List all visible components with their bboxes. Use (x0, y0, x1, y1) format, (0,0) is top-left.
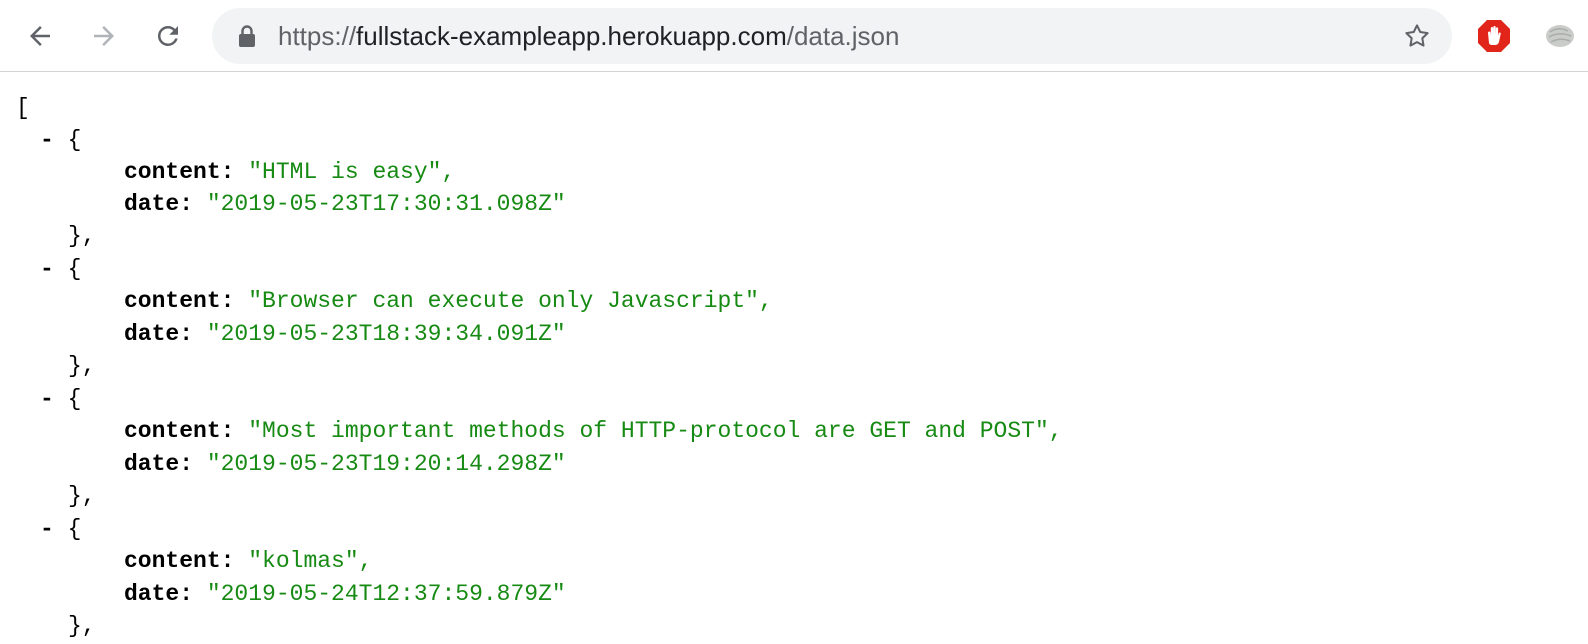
json-item: - { (40, 383, 81, 415)
json-string: "2019-05-23T17:30:31.098Z" (206, 191, 566, 217)
json-item: - { (40, 124, 81, 156)
date-line: date: "2019-05-23T18:39:34.091Z" (124, 318, 566, 350)
json-key: date: (124, 321, 194, 347)
json-string: "2019-05-24T12:37:59.879Z" (206, 581, 566, 607)
close-brace: }, (68, 483, 96, 509)
url-scheme: https:// (278, 21, 357, 51)
reload-icon (157, 25, 178, 46)
json-viewer: [ - { content: "HTML is easy", date: "20… (0, 72, 1588, 644)
lock-icon (239, 25, 255, 47)
address-bar[interactable]: https://fullstack-exampleapp.herokuapp.c… (212, 8, 1452, 64)
open-brace: { (67, 256, 82, 282)
extension-icon[interactable] (1544, 22, 1574, 50)
open-bracket: [ (16, 95, 30, 121)
json-string: "HTML is easy", (248, 159, 456, 185)
reload-button[interactable] (146, 14, 190, 58)
arrow-left-icon (30, 26, 50, 46)
url-path: /data.json (786, 21, 900, 51)
open-brace: { (67, 127, 82, 153)
date-line: date: "2019-05-23T17:30:31.098Z" (124, 188, 566, 220)
arrow-right-icon (94, 26, 114, 46)
forward-button[interactable] (82, 14, 126, 58)
close-brace: }, (68, 613, 96, 639)
json-string: "2019-05-23T18:39:34.091Z" (206, 321, 566, 347)
collapse-toggle[interactable]: - (40, 516, 54, 542)
content-line: content: "Browser can execute only Javas… (124, 285, 773, 317)
collapse-toggle[interactable]: - (40, 256, 54, 282)
url-text[interactable]: https://fullstack-exampleapp.herokuapp.c… (278, 8, 899, 64)
content-line: content: "Most important methods of HTTP… (124, 415, 1063, 447)
collapse-toggle[interactable]: - (40, 386, 54, 412)
close-brace: }, (68, 223, 96, 249)
json-string: "Most important methods of HTTP-protocol… (248, 418, 1063, 444)
open-brace: { (67, 516, 82, 542)
json-string: "2019-05-23T19:20:14.298Z" (206, 451, 566, 477)
json-key: content: (124, 548, 235, 574)
date-line: date: "2019-05-24T12:37:59.879Z" (124, 578, 566, 610)
adblock-hand-icon[interactable] (1477, 19, 1511, 53)
json-key: date: (124, 191, 194, 217)
close-brace: }, (68, 353, 96, 379)
json-key: content: (124, 418, 235, 444)
back-button[interactable] (18, 14, 62, 58)
json-key: content: (124, 288, 235, 314)
content-line: content: "HTML is easy", (124, 156, 455, 188)
browser-toolbar: https://fullstack-exampleapp.herokuapp.c… (0, 0, 1588, 72)
collapse-toggle[interactable]: - (40, 127, 54, 153)
json-string: "kolmas", (248, 548, 373, 574)
json-key: date: (124, 451, 194, 477)
json-item: - { (40, 513, 81, 545)
json-key: date: (124, 581, 194, 607)
date-line: date: "2019-05-23T19:20:14.298Z" (124, 448, 566, 480)
star-icon[interactable] (1402, 21, 1432, 51)
content-line: content: "kolmas", (124, 545, 372, 577)
url-host: fullstack-exampleapp.herokuapp.com (356, 21, 787, 51)
json-item: - { (40, 253, 81, 285)
open-brace: { (67, 386, 82, 412)
json-string: "Browser can execute only Javascript", (248, 288, 773, 314)
json-key: content: (124, 159, 235, 185)
